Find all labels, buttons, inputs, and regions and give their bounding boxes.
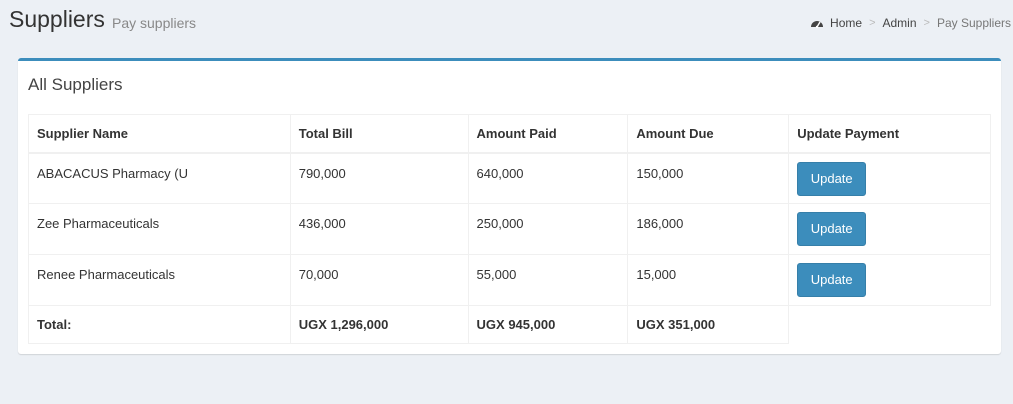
supplier-name-cell: ABACACUS Pharmacy (U [28,152,291,204]
total-bill-sum-cell: UGX 1,296,000 [289,305,469,344]
column-header-update-payment: Update Payment [788,114,991,154]
dashboard-icon [810,17,824,29]
update-button[interactable]: Update [797,212,867,246]
suppliers-box: All Suppliers Supplier Name Total Bill A… [18,58,1001,354]
supplier-name-cell: Zee Pharmaceuticals [28,203,291,255]
total-bill-cell: 436,000 [289,203,469,255]
page-title: Suppliers [9,6,105,32]
amount-paid-cell: 640,000 [467,152,629,204]
column-header-amount-due: Amount Due [627,114,790,154]
table-row: ABACACUS Pharmacy (U 790,000 640,000 150… [28,152,991,204]
breadcrumb-separator: > [869,17,876,29]
update-payment-cell: Update [788,152,991,204]
total-bill-cell: 790,000 [289,152,469,204]
table-row: Renee Pharmaceuticals 70,000 55,000 15,0… [28,254,991,306]
column-header-total-bill: Total Bill [289,114,469,154]
amount-due-cell: 150,000 [627,152,790,204]
total-bill-cell: 70,000 [289,254,469,306]
total-label-cell: Total: [28,305,291,344]
breadcrumb-home-link[interactable]: Home [830,16,862,30]
update-button[interactable]: Update [797,263,867,297]
breadcrumb-admin-link[interactable]: Admin [883,16,917,30]
empty-cell [789,306,991,344]
table-total-row: Total: UGX 1,296,000 UGX 945,000 UGX 351… [28,305,991,344]
column-header-supplier-name: Supplier Name [28,114,291,154]
amount-due-cell: 186,000 [627,203,790,255]
breadcrumb-separator: > [923,17,930,29]
update-payment-cell: Update [788,254,991,306]
suppliers-table: Supplier Name Total Bill Amount Paid Amo… [28,114,991,344]
table-row: Zee Pharmaceuticals 436,000 250,000 186,… [28,203,991,255]
supplier-name-cell: Renee Pharmaceuticals [28,254,291,306]
column-header-amount-paid: Amount Paid [467,114,629,154]
amount-paid-sum-cell: UGX 945,000 [467,305,629,344]
box-title: All Suppliers [28,75,123,94]
amount-paid-cell: 55,000 [467,254,629,306]
amount-due-cell: 15,000 [627,254,790,306]
update-payment-cell: Update [788,203,991,255]
amount-paid-cell: 250,000 [467,203,629,255]
breadcrumb: Home > Admin > Pay Suppliers [810,16,1011,30]
suppliers-table-wrapper: Supplier Name Total Bill Amount Paid Amo… [28,114,991,344]
table-header-row: Supplier Name Total Bill Amount Paid Amo… [28,114,991,154]
breadcrumb-current: Pay Suppliers [936,16,1011,30]
update-button[interactable]: Update [797,161,867,196]
amount-due-sum-cell: UGX 351,000 [627,305,790,344]
content-header: Suppliers Pay suppliers Home > Admin > P… [0,0,1013,46]
page-subtitle: Pay suppliers [112,15,197,31]
